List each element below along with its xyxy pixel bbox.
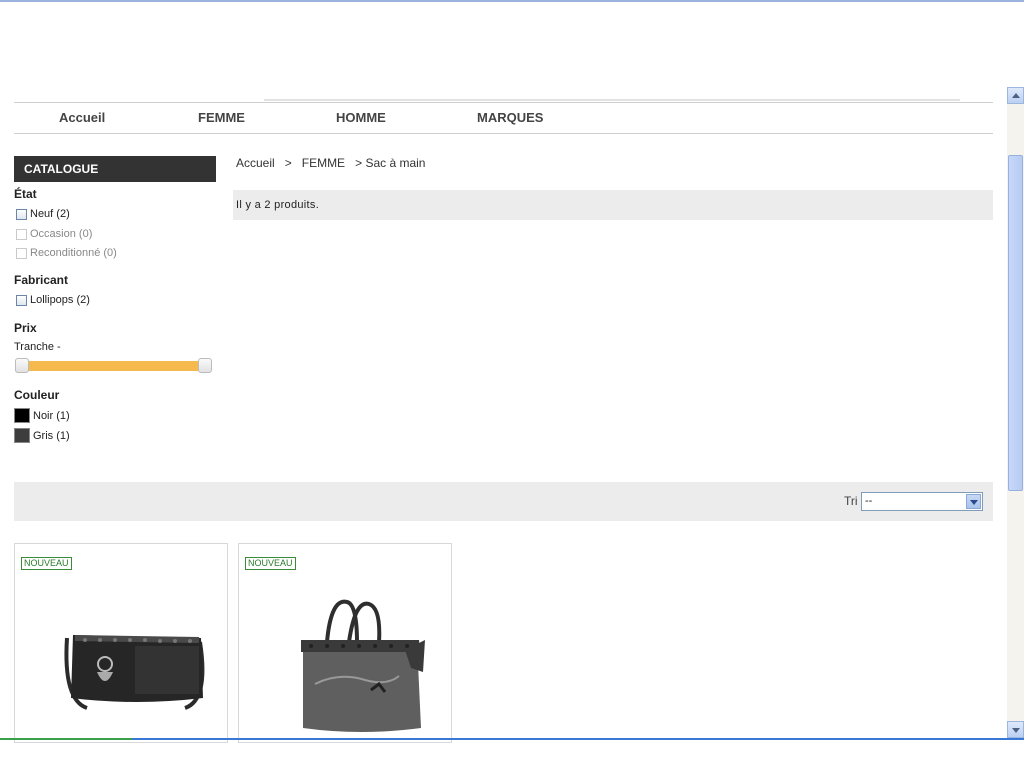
- breadcrumb: Accueil > FEMME > Sac à main: [236, 156, 425, 170]
- filter-couleur-noir[interactable]: Noir (1): [14, 408, 70, 423]
- new-badge: NOUVEAU: [245, 557, 296, 570]
- breadcrumb-separator: >: [355, 156, 363, 170]
- grey-tote-bag-icon[interactable]: [239, 580, 451, 740]
- couleur-title: Couleur: [14, 388, 60, 402]
- loading-progress: [0, 738, 132, 740]
- main-nav: Accueil FEMME HOMME MARQUES: [14, 102, 993, 134]
- filter-etat-reconditionne: Reconditionné (0): [16, 247, 117, 259]
- filter-etat-occasion: Occasion (0): [16, 228, 92, 240]
- sort-bar: Tri --: [14, 482, 993, 521]
- prix-title: Prix: [14, 321, 37, 335]
- filter-etat-neuf[interactable]: Neuf (2): [16, 208, 70, 220]
- price-slider-min-handle[interactable]: [15, 358, 29, 373]
- browser-top-edge: [0, 0, 1024, 2]
- product-count: Il y a 2 produits.: [236, 199, 320, 211]
- nav-item-femme[interactable]: FEMME: [198, 110, 245, 125]
- scroll-down-icon[interactable]: [1007, 721, 1024, 738]
- filter-label: Lollipops (2): [30, 294, 90, 306]
- checkbox-occasion: [16, 228, 27, 240]
- filter-label: Occasion (0): [30, 228, 93, 240]
- breadcrumb-current: Sac à main: [365, 156, 426, 170]
- price-slider[interactable]: [14, 357, 213, 375]
- filter-label: Reconditionné (0): [30, 247, 117, 259]
- color-swatch-noir[interactable]: [14, 408, 30, 423]
- scroll-up-icon[interactable]: [1007, 87, 1024, 104]
- browser-bottom-edge: [0, 738, 1024, 740]
- vertical-scrollbar[interactable]: [1007, 87, 1024, 738]
- catalogue-header: CATALOGUE: [14, 156, 216, 182]
- black-handbag-icon[interactable]: [15, 580, 227, 740]
- breadcrumb-home[interactable]: Accueil: [236, 156, 275, 170]
- etat-title: État: [14, 187, 37, 201]
- price-slider-max-handle[interactable]: [198, 358, 212, 373]
- sort-select[interactable]: --: [861, 492, 983, 511]
- new-badge: NOUVEAU: [21, 557, 72, 570]
- checkbox-neuf[interactable]: [16, 208, 27, 220]
- dropdown-arrow-icon[interactable]: [966, 494, 981, 509]
- filter-fabricant-lollipops[interactable]: Lollipops (2): [16, 294, 90, 306]
- breadcrumb-category[interactable]: FEMME: [302, 156, 345, 170]
- product-card[interactable]: NOUVEAU: [14, 543, 228, 743]
- checkbox-lollipops[interactable]: [16, 294, 27, 306]
- color-swatch-gris[interactable]: [14, 428, 30, 443]
- sort-label: Tri: [844, 494, 858, 508]
- filter-couleur-gris[interactable]: Gris (1): [14, 428, 70, 443]
- sort-select-value: --: [865, 495, 873, 507]
- checkbox-reconditionne: [16, 247, 27, 259]
- filter-label: Noir (1): [33, 409, 70, 422]
- price-slider-range: [22, 361, 206, 371]
- price-range-label: Tranche -: [14, 341, 61, 353]
- nav-item-accueil[interactable]: Accueil: [59, 110, 105, 125]
- nav-decor-rule: [264, 99, 960, 101]
- fabricant-title: Fabricant: [14, 273, 69, 287]
- product-card[interactable]: NOUVEAU: [238, 543, 452, 743]
- scrollbar-thumb[interactable]: [1008, 155, 1023, 491]
- nav-item-homme[interactable]: HOMME: [336, 110, 386, 125]
- filter-label: Gris (1): [33, 429, 70, 442]
- breadcrumb-separator: >: [284, 156, 292, 170]
- product-count-bar: Il y a 2 produits.: [233, 190, 993, 220]
- filter-label: Neuf (2): [30, 208, 70, 220]
- nav-item-marques[interactable]: MARQUES: [477, 110, 543, 125]
